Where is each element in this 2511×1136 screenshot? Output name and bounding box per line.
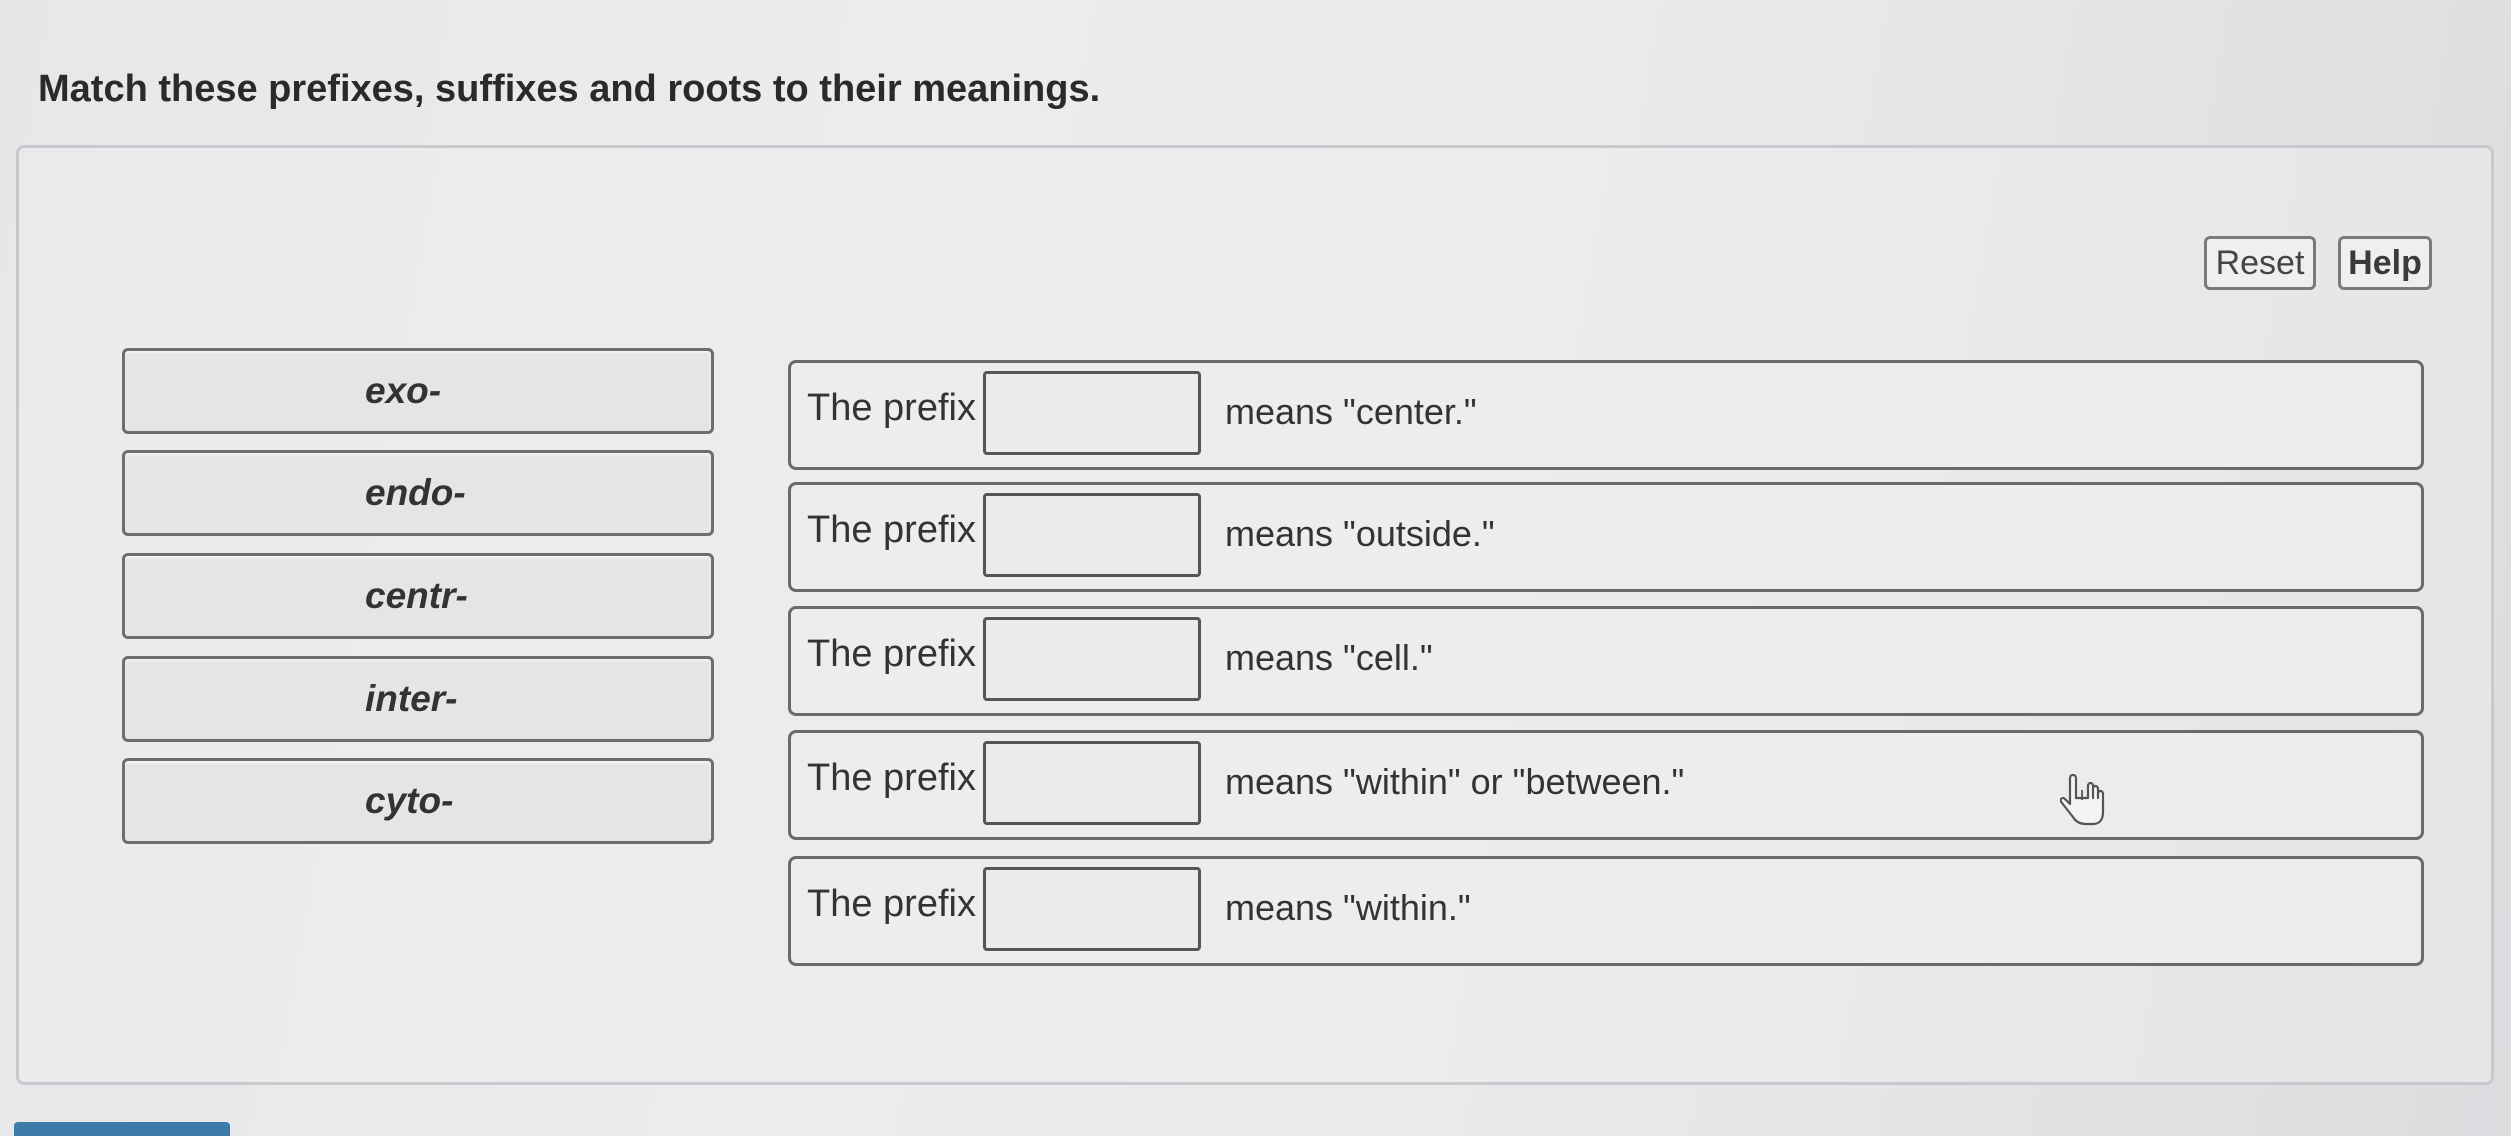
statement-prefix-text: The prefix	[807, 757, 976, 799]
statement-meaning: means "cell."	[1225, 637, 1433, 678]
answer-tile-exo[interactable]: exo-	[122, 348, 714, 434]
answer-tile-endo[interactable]: endo-	[122, 450, 714, 536]
statement-row: The prefix means "cell."	[788, 606, 2424, 716]
answer-tile-cyto[interactable]: cyto-	[122, 758, 714, 844]
statement-row: The prefix means "within" or "between."	[788, 730, 2424, 840]
statement-prefix-text: The prefix	[807, 387, 976, 429]
instructions-heading: Match these prefixes, suffixes and roots…	[38, 68, 1101, 110]
statement-prefix-text: The prefix	[807, 633, 976, 675]
drop-target[interactable]	[983, 867, 1201, 951]
drop-target[interactable]	[983, 493, 1201, 577]
drop-target[interactable]	[983, 741, 1201, 825]
drop-target[interactable]	[983, 371, 1201, 455]
answer-tile-centr[interactable]: centr-	[122, 553, 714, 639]
statement-meaning: means "center."	[1225, 391, 1477, 432]
statement-prefix-text: The prefix	[807, 883, 976, 925]
answer-tile-inter[interactable]: inter-	[122, 656, 714, 742]
statement-prefix-text: The prefix	[807, 509, 976, 551]
statement-row: The prefix means "within."	[788, 856, 2424, 966]
help-button[interactable]: Help	[2338, 236, 2432, 290]
drop-target[interactable]	[983, 617, 1201, 701]
statement-meaning: means "outside."	[1225, 513, 1495, 554]
hand-pointer-icon	[2060, 773, 2105, 826]
statement-meaning: means "within" or "between."	[1225, 761, 1685, 802]
statement-meaning: means "within."	[1225, 887, 1471, 928]
bottom-tab	[14, 1122, 230, 1136]
statement-row: The prefix means "outside."	[788, 482, 2424, 592]
statement-row: The prefix means "center."	[788, 360, 2424, 470]
reset-button[interactable]: Reset	[2204, 236, 2316, 290]
